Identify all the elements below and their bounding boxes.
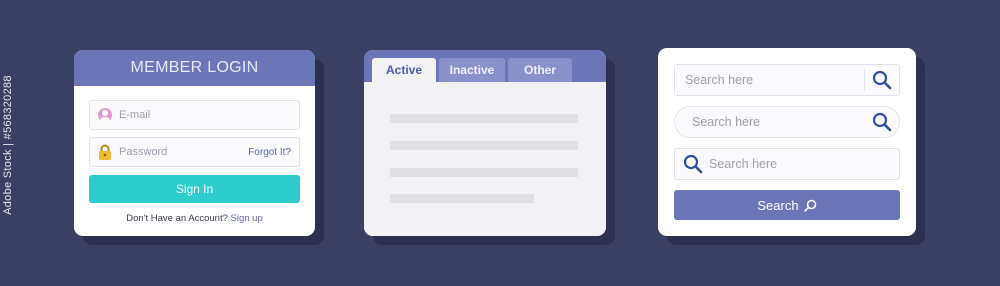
magnifier-icon [803, 199, 816, 212]
magnifier-icon [872, 112, 892, 132]
password-field[interactable]: Password Forgot It? [89, 137, 300, 167]
search-placeholder: Search here [685, 73, 754, 87]
search-submit-button[interactable] [865, 70, 899, 90]
search-button-label: Search [757, 197, 799, 213]
search-button[interactable]: Search [674, 190, 900, 220]
search-input-boxed[interactable]: Search here [674, 64, 900, 96]
search-leading-icon-wrap [677, 154, 709, 174]
search-placeholder: Search here [692, 115, 761, 129]
user-avatar-icon [98, 108, 112, 122]
magnifier-icon [872, 70, 892, 90]
tab-content-panel [364, 82, 606, 236]
stock-id-watermark: Adobe Stock | #568320288 [2, 60, 14, 230]
search-input-leading-icon[interactable]: Search here [674, 148, 900, 180]
search-card: Search here Search here Search here Sear… [658, 48, 916, 236]
password-placeholder: Password [119, 146, 168, 158]
search-submit-button[interactable] [865, 112, 899, 132]
padlock-icon [99, 144, 111, 160]
signup-prompt: Don't Have an Account? Sign up [74, 213, 315, 224]
tab-inactive[interactable]: Inactive [439, 58, 505, 82]
forgot-password-link[interactable]: Forgot It? [248, 147, 291, 158]
tab-active[interactable]: Active [372, 58, 436, 82]
search-input-rounded[interactable]: Search here [674, 106, 900, 138]
stock-id-text: Adobe Stock | #568320288 [2, 75, 15, 215]
sign-in-button[interactable]: Sign In [89, 175, 300, 203]
placeholder-line [390, 168, 578, 177]
tab-strip: Active Inactive Other [364, 50, 606, 82]
sign-up-link[interactable]: Sign up [231, 213, 263, 224]
login-card: MEMBER LOGIN E-mail Password Forgot It? … [74, 50, 315, 236]
email-placeholder: E-mail [119, 109, 151, 121]
tabs-card: Active Inactive Other [364, 50, 606, 236]
placeholder-line [390, 194, 534, 203]
no-account-text: Don't Have an Account? [126, 213, 228, 224]
login-title: MEMBER LOGIN [74, 50, 315, 86]
email-field[interactable]: E-mail [89, 100, 300, 130]
placeholder-line [390, 114, 578, 123]
search-placeholder: Search here [709, 157, 778, 171]
magnifier-icon [683, 154, 703, 174]
placeholder-line [390, 141, 578, 150]
tab-other[interactable]: Other [508, 58, 572, 82]
